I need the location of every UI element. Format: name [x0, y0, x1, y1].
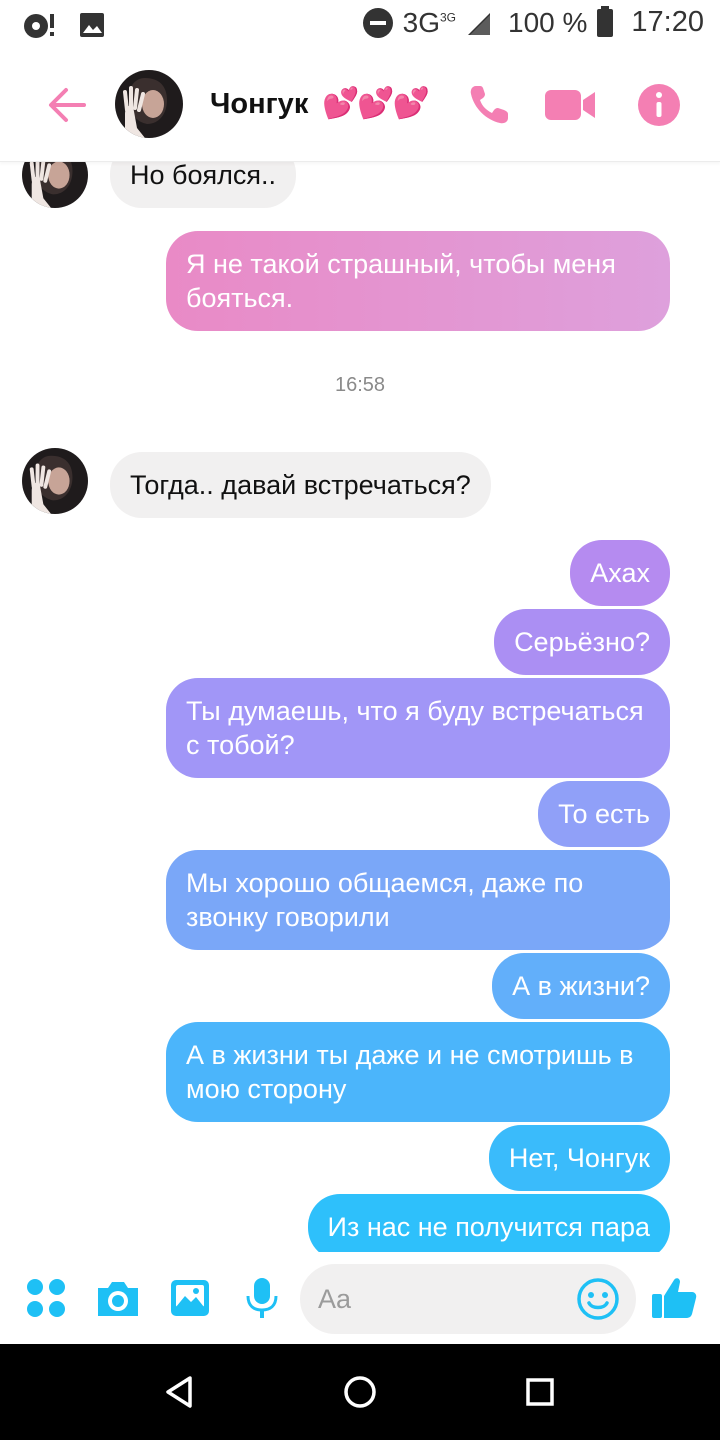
outgoing-message[interactable]: Ахах: [570, 540, 670, 606]
contact-avatar[interactable]: [115, 70, 183, 138]
message-input[interactable]: Aa: [300, 1264, 636, 1334]
message-input-placeholder: Aa: [318, 1284, 352, 1314]
outgoing-message[interactable]: То есть: [538, 781, 670, 847]
clock: 17:20: [631, 6, 704, 38]
do-not-disturb-icon: [362, 7, 393, 38]
back-arrow-icon[interactable]: [44, 82, 90, 128]
incoming-message[interactable]: Тогда.. давай встречаться?: [110, 452, 491, 518]
status-bar: 3G3G 100 % 17:20: [0, 0, 720, 50]
battery-percent: 100 %: [508, 6, 588, 38]
outgoing-message[interactable]: Серьёзно?: [494, 609, 670, 675]
info-icon[interactable]: [636, 82, 682, 128]
camera-icon[interactable]: [94, 1276, 142, 1320]
sender-avatar[interactable]: [22, 162, 88, 208]
outgoing-message[interactable]: А в жизни?: [492, 953, 670, 1019]
message-thread[interactable]: Но боялся.. Я не такой страшный, чтобы м…: [0, 162, 720, 1252]
contact-name-hearts: 💕💕💕: [322, 87, 430, 120]
message-composer: Aa: [0, 1252, 720, 1344]
media-playback-icon: [24, 14, 54, 38]
system-navigation-bar: [0, 1344, 720, 1440]
gallery-icon[interactable]: [168, 1276, 212, 1320]
outgoing-message[interactable]: Ты думаешь, что я буду встречаться с тоб…: [166, 678, 670, 778]
nav-home-icon[interactable]: [342, 1374, 378, 1410]
outgoing-message[interactable]: Мы хорошо общаемся, даже по звонку говор…: [166, 850, 670, 950]
outgoing-message[interactable]: Нет, Чонгук: [488, 1125, 670, 1191]
sender-avatar[interactable]: [22, 448, 88, 514]
outgoing-message[interactable]: Я не такой страшный, чтобы меня бояться.: [166, 231, 670, 331]
signal-icon: [468, 12, 491, 35]
network-type: 3G3G: [402, 6, 457, 38]
outgoing-message[interactable]: А в жизни ты даже и не смотришь в мою ст…: [166, 1022, 670, 1122]
phone-icon[interactable]: [466, 82, 512, 128]
conversation-header: Чонгук 💕💕💕: [0, 50, 720, 162]
image-notification-icon: [80, 13, 104, 37]
outgoing-message[interactable]: Из нас не получится пара: [307, 1194, 670, 1252]
video-camera-icon[interactable]: [543, 82, 599, 128]
incoming-message[interactable]: Но боялся..: [110, 162, 296, 208]
microphone-icon[interactable]: [244, 1276, 280, 1320]
nav-back-icon[interactable]: [162, 1374, 198, 1410]
contact-name[interactable]: Чонгук: [210, 88, 308, 121]
nav-recent-icon[interactable]: [522, 1374, 558, 1410]
message-timestamp: 16:58: [334, 374, 386, 396]
emoji-icon[interactable]: [576, 1277, 620, 1321]
apps-icon[interactable]: [24, 1276, 68, 1320]
battery-icon: [597, 5, 614, 37]
thumbs-up-icon[interactable]: [650, 1274, 698, 1322]
